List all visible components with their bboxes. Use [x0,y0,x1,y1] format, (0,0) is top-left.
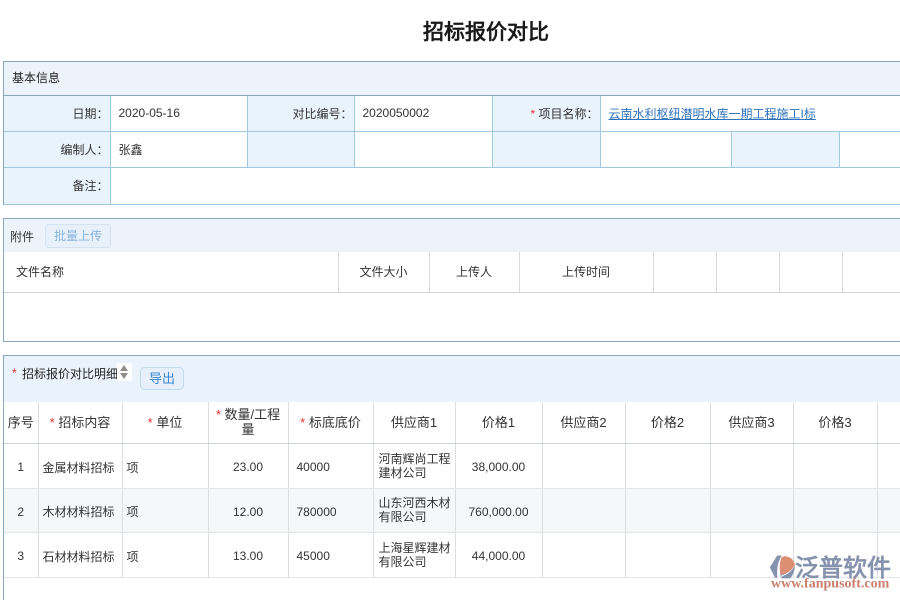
svg-text:www.fanpusoft.com: www.fanpusoft.com [771,577,890,592]
